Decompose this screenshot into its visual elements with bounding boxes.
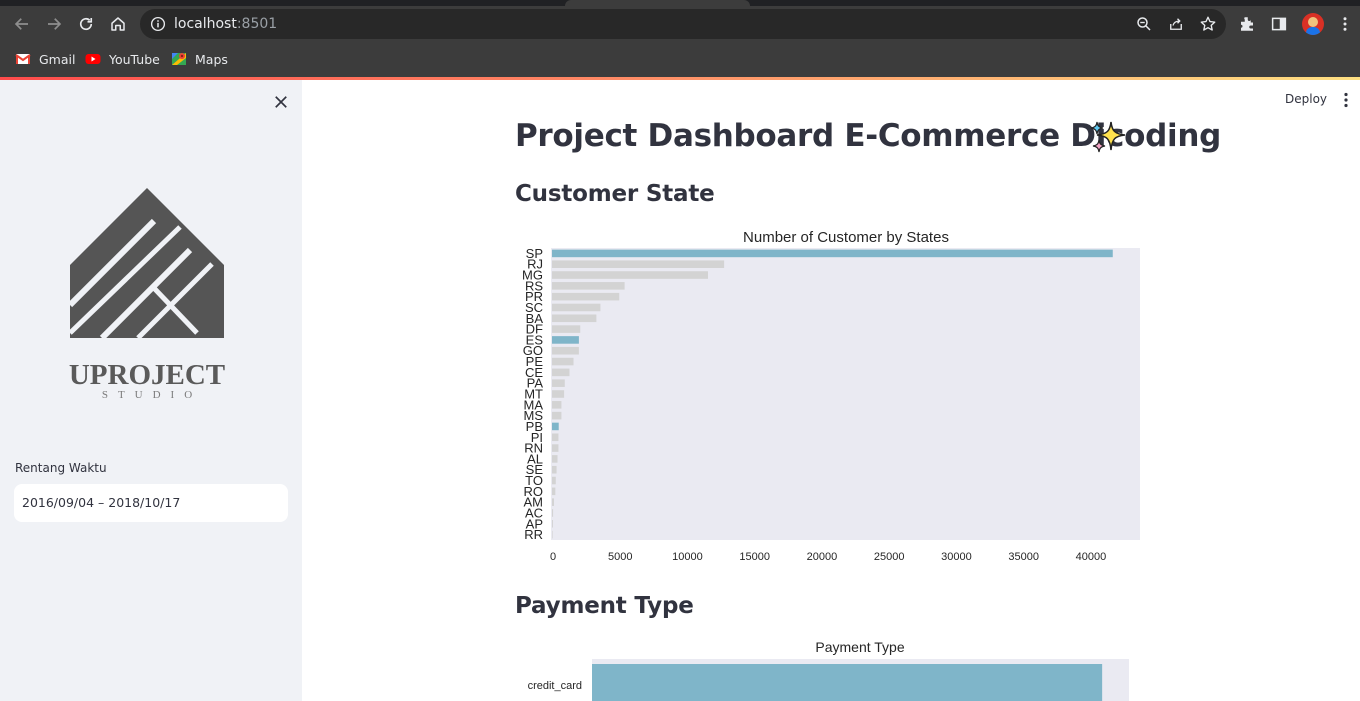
customer-state-chart: Number of Customer by States SPRJMGRSPRS… (522, 229, 1140, 563)
bar-es (552, 336, 579, 344)
bar-to (552, 476, 556, 485)
x-tick-label: 10000 (672, 551, 703, 563)
bar-ce (552, 368, 570, 377)
side-panel-icon[interactable] (1270, 15, 1288, 33)
deploy-button[interactable]: Deploy (1285, 92, 1327, 106)
bookmarks-bar: Gmail YouTube Maps (0, 42, 1360, 77)
bookmark-maps[interactable]: Maps (171, 51, 228, 67)
customer-state-heading: Customer State (515, 181, 715, 207)
x-tick-label: 35000 (1008, 551, 1039, 563)
share-icon[interactable] (1167, 15, 1185, 33)
sidebar: UPROJECT STUDIO Rentang Waktu 2016/09/04… (0, 80, 302, 701)
bar-pa (552, 379, 565, 387)
bar-am (552, 498, 555, 506)
bar-se (552, 465, 557, 474)
profile-avatar[interactable] (1302, 13, 1324, 35)
payment-type-chart: Payment Type credit_card (528, 639, 1129, 701)
bar-ms (552, 411, 562, 420)
star-icon[interactable] (1199, 15, 1217, 33)
plot-area (551, 248, 1140, 540)
zoom-icon[interactable] (1135, 15, 1153, 33)
bar-ac (552, 509, 554, 517)
bar-mt (552, 390, 565, 398)
bookmark-youtube[interactable]: YouTube (85, 51, 160, 67)
forward-button[interactable] (40, 10, 68, 38)
bar-go (552, 346, 579, 355)
date-range-input[interactable]: 2016/09/04 – 2018/10/17 (14, 484, 288, 522)
bar-rr (552, 530, 553, 539)
bar-sc (552, 303, 601, 312)
date-range-label: Rentang Waktu (15, 461, 107, 475)
bar-ma (552, 401, 562, 409)
x-tick-label: 20000 (807, 551, 838, 563)
close-icon[interactable] (272, 93, 290, 111)
bar-pe (552, 357, 574, 366)
home-icon (111, 17, 125, 31)
payment-type-heading: Payment Type (515, 593, 694, 619)
bar-ro (552, 487, 556, 496)
bar-df (552, 325, 581, 333)
browser-toolbar: localhost:8501 (0, 6, 1360, 42)
arrow-left-icon (14, 18, 28, 30)
chart-title: Number of Customer by States (743, 229, 949, 246)
bar-mg (552, 271, 708, 279)
address-bar[interactable]: localhost:8501 (140, 9, 1226, 39)
bar-al (552, 455, 558, 463)
bar-pi (552, 433, 559, 442)
youtube-icon (85, 51, 101, 67)
back-button[interactable] (8, 10, 36, 38)
arrow-right-icon (48, 18, 62, 30)
bar-credit_card (592, 664, 1103, 701)
x-tick-label: 0 (550, 551, 556, 563)
x-tick-label: 5000 (608, 551, 632, 563)
y-tick-label: RR (524, 527, 543, 542)
info-icon[interactable] (149, 15, 167, 33)
chart-title: Payment Type (815, 639, 904, 655)
x-tick-label: 15000 (739, 551, 770, 563)
browser-menu-icon[interactable] (1336, 15, 1354, 33)
logo-wordmark: UPROJECT (68, 359, 226, 391)
home-button[interactable] (104, 10, 132, 38)
x-tick-label: 40000 (1076, 551, 1107, 563)
sparkles-icon (1090, 121, 1126, 153)
bar-ba (552, 314, 597, 323)
extensions-icon[interactable] (1238, 15, 1256, 33)
bar-rj (552, 260, 725, 269)
bar-sp (552, 249, 1113, 258)
y-tick-label: credit_card (528, 680, 582, 692)
gmail-icon (15, 51, 31, 67)
bar-rs (552, 282, 625, 290)
bar-pr (552, 292, 620, 301)
x-tick-label: 30000 (941, 551, 972, 563)
reload-icon (79, 17, 93, 31)
reload-button[interactable] (72, 10, 100, 38)
bar-ap (552, 519, 553, 528)
maps-icon (171, 51, 187, 67)
x-tick-label: 25000 (874, 551, 905, 563)
bookmark-gmail[interactable]: Gmail (15, 51, 75, 67)
bar-pb (552, 422, 559, 431)
logo-subtext: STUDIO (101, 389, 203, 401)
main-menu-icon[interactable] (1338, 91, 1354, 109)
bar-rn (552, 444, 559, 452)
url-text[interactable]: localhost:8501 (174, 16, 277, 32)
